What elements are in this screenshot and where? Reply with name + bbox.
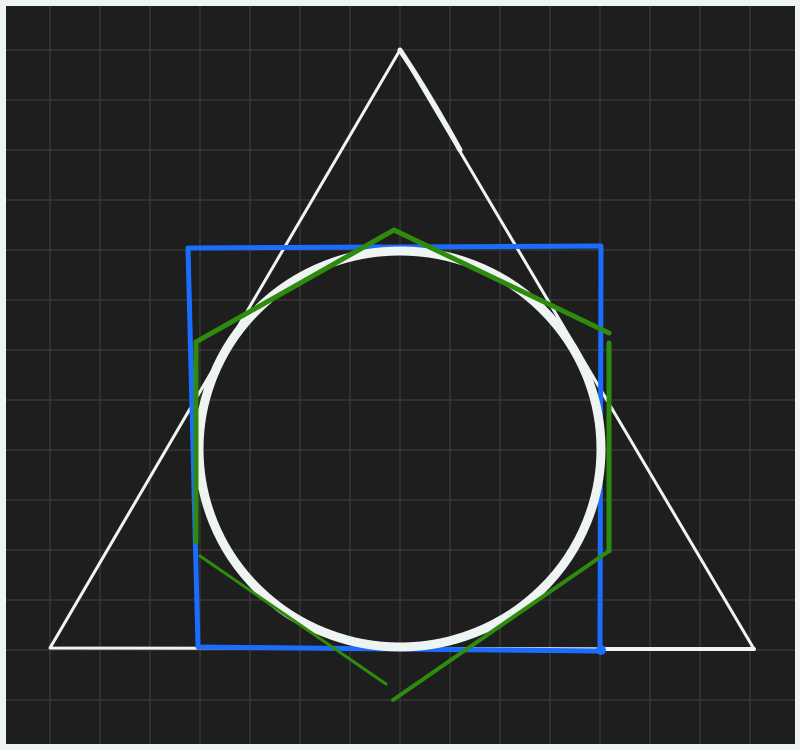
square-corner-blob [596,645,606,655]
drawing-canvas[interactable] [0,0,800,750]
drawing-canvas-frame [0,0,800,750]
